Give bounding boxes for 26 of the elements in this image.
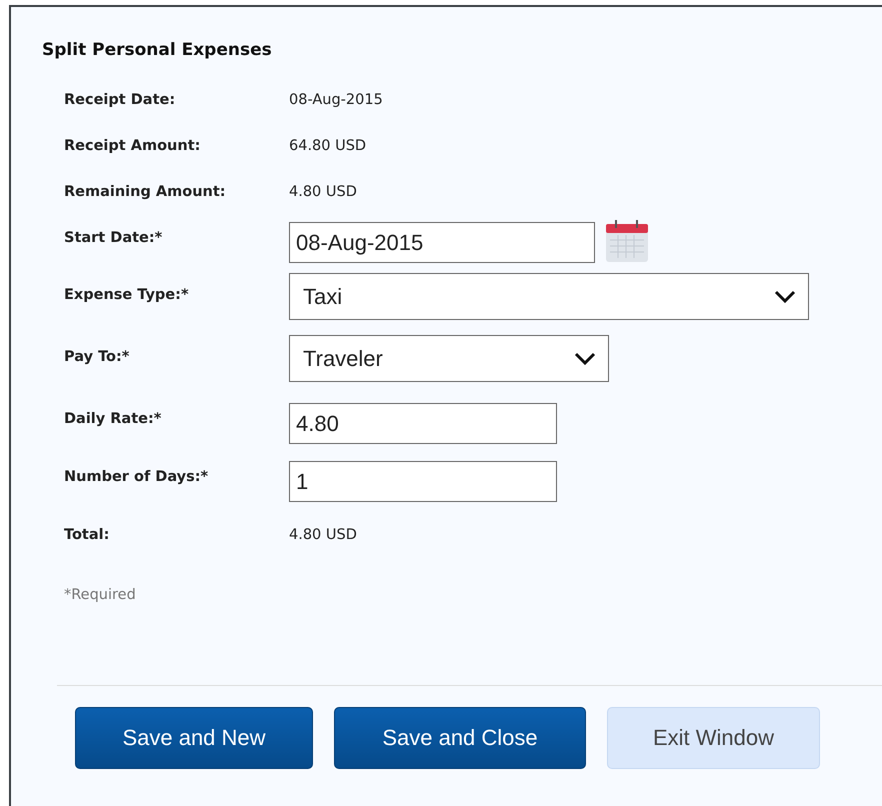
input-field[interactable]: 1 [289,461,557,502]
field-label: Receipt Amount: [64,138,202,154]
dropdown[interactable]: Taxi [289,273,809,320]
field-label: Pay To:* [64,349,130,365]
field-label: Receipt Date: [64,92,176,108]
field-value: 4.80 USD [289,527,357,543]
chevron-down-icon [774,290,796,303]
field-label: Expense Type:* [64,287,190,303]
action-button[interactable]: Save and Close [334,707,586,769]
action-button[interactable]: Exit Window [607,707,820,769]
field-label: Daily Rate:* [64,411,162,427]
field-label: Number of Days:* [64,469,210,485]
date-field[interactable]: 08-Aug-2015 [289,222,595,263]
field-value: 4.80 USD [289,184,357,200]
dialog-title: Split Personal Expenses [41,39,273,62]
field-label: Remaining Amount: [64,184,227,200]
field-value: 64.80 USD [289,138,366,154]
input-field[interactable]: 4.80 [289,403,557,444]
field-label: Total: [64,527,110,543]
required-note: *Required [63,586,137,603]
dropdown[interactable]: Traveler [289,335,609,382]
field-value: 08-Aug-2015 [289,92,383,108]
field-label: Start Date:* [64,230,164,246]
chevron-down-icon [574,352,596,365]
action-button[interactable]: Save and New [75,707,313,769]
calendar-icon[interactable] [604,218,650,264]
